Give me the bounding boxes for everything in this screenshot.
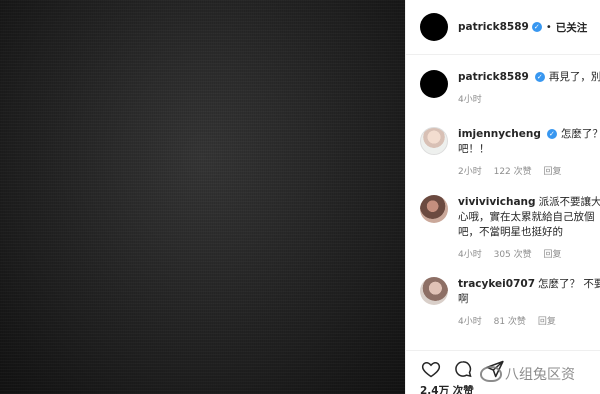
comment-username[interactable]: vivivivichang — [458, 196, 536, 208]
comment-text: 怎麼了？ 不要嚇 — [538, 278, 600, 290]
caption-text: 再見了，別再 — [548, 71, 600, 83]
caption-time: 4小时 — [458, 95, 482, 105]
comment-text: 怎麼了？沒 — [560, 128, 600, 140]
author-username[interactable]: patrick8589 — [458, 21, 529, 33]
caption-avatar[interactable] — [420, 70, 448, 98]
reply-button[interactable]: 回复 — [544, 250, 562, 260]
avatar[interactable] — [420, 127, 448, 155]
list-item: vivivivichang派派不要讓大家 心哦，實在太累就給自己放個 吧，不當明… — [420, 195, 600, 260]
list-item: tracykei0707怎麼了？ 不要嚇 啊 4小时 81 次赞 回复 — [420, 277, 600, 327]
header-separator: • — [545, 21, 552, 33]
comment-text: 派派不要讓大家 — [538, 196, 600, 208]
comment-icon[interactable] — [452, 359, 474, 379]
watermark: 八组兔区资 — [480, 364, 575, 384]
follow-button[interactable]: 已关注 — [556, 20, 588, 35]
comment-text: 吧，不當明星也挺好的 — [458, 226, 563, 238]
comment-username[interactable]: imjennycheng — [458, 128, 541, 140]
comment-time: 4小时 — [458, 250, 482, 260]
verified-icon: ✓ — [546, 129, 557, 139]
comment-likes[interactable]: 81 次赞 — [494, 317, 526, 327]
list-item: imjennycheng ✓怎麼了？沒 吧！！ 2小时 122 次赞 回复 — [420, 127, 600, 177]
comment-time: 2小时 — [458, 167, 482, 177]
avatar[interactable] — [420, 277, 448, 305]
heart-icon[interactable] — [420, 359, 442, 379]
weibo-logo-icon — [480, 366, 502, 382]
post-side-panel: patrick8589 ✓ • 已关注 patrick8589✓再見了，別再 4… — [405, 0, 600, 394]
post-header: patrick8589 ✓ • 已关注 — [406, 0, 600, 55]
reply-button[interactable]: 回复 — [538, 317, 556, 327]
comment-text: 吧！！ — [458, 143, 490, 155]
comment-username[interactable]: tracykei0707 — [458, 278, 535, 290]
post-image[interactable] — [0, 0, 405, 394]
watermark-text: 八组兔区资 — [505, 367, 575, 383]
caption-item: patrick8589 ✓再見了，別再 4小时 — [420, 70, 600, 105]
verified-icon: ✓ — [534, 72, 545, 82]
avatar[interactable] — [420, 195, 448, 223]
caption-username[interactable]: patrick8589 — [458, 71, 529, 83]
comments-list[interactable]: patrick8589✓再見了，別再 4小时 imjennycheng✓怎麼了？… — [406, 55, 600, 350]
likes-count[interactable]: 2.4万 次赞 — [420, 383, 474, 394]
verified-icon: ✓ — [531, 22, 542, 32]
comment-time: 4小时 — [458, 317, 482, 327]
author-avatar[interactable] — [420, 13, 448, 41]
reply-button[interactable]: 回复 — [544, 167, 562, 177]
comment-text: 啊 — [458, 293, 469, 305]
comment-likes[interactable]: 122 次赞 — [494, 167, 532, 177]
comment-likes[interactable]: 305 次赞 — [494, 250, 532, 260]
comment-text: 心哦，實在太累就給自己放個 — [458, 211, 595, 223]
